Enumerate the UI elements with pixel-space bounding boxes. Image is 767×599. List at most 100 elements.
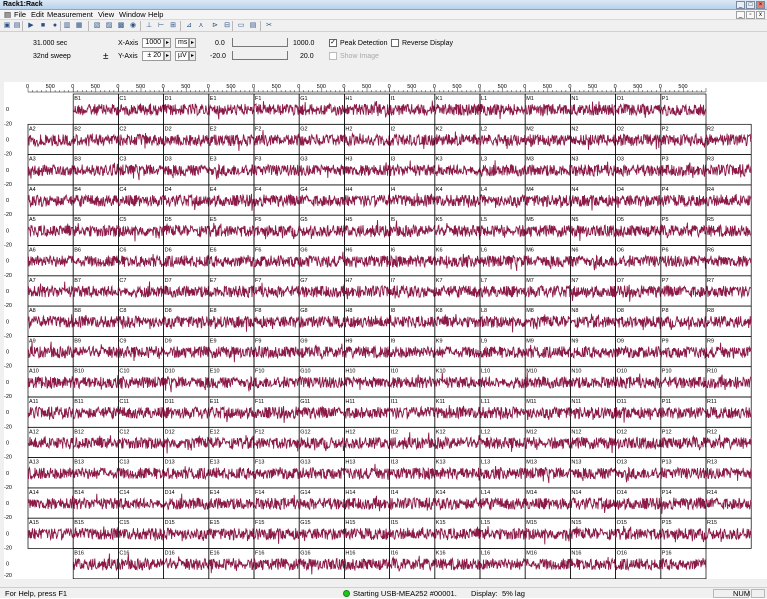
menu-measurement[interactable]: Measurement	[45, 10, 95, 20]
electrode-label-N9: N9	[571, 338, 578, 344]
x-tick-label-500: 500	[678, 84, 687, 90]
electrode-label-C8: C8	[119, 308, 126, 314]
child-close-icon[interactable]: x	[756, 11, 765, 19]
trace-C9	[117, 346, 165, 362]
trace-P9	[660, 346, 707, 359]
electrode-label-G9: G9	[300, 338, 307, 344]
electrode-label-C10: C10	[119, 369, 129, 375]
peak-detection-checkbox[interactable]: ✓	[329, 39, 337, 47]
split-icon[interactable]: ▭	[236, 21, 246, 31]
spike-icon[interactable]: ⋏	[196, 21, 206, 31]
electrode-label-G10: G10	[300, 369, 310, 375]
maximize-icon[interactable]: □	[746, 1, 755, 9]
electrode-label-F6: F6	[255, 248, 261, 254]
trace-B3	[72, 162, 119, 177]
electrode-label-E2: E2	[210, 126, 217, 132]
minimize-icon[interactable]: _	[736, 1, 745, 9]
child-restore-icon[interactable]: ▫	[746, 11, 755, 19]
electrode-label-O7: O7	[617, 278, 624, 284]
electrode-label-F4: F4	[255, 187, 261, 193]
x-axis-unit[interactable]: ms	[175, 38, 189, 48]
electrode-label-M10: M10	[526, 369, 537, 375]
trace-F11	[253, 405, 300, 423]
trigger-icon[interactable]: ⊥	[144, 21, 154, 31]
electrode-label-O15: O15	[617, 520, 627, 526]
electrode-label-B7: B7	[74, 278, 81, 284]
x-tick-label-500: 500	[407, 84, 416, 90]
electrode-grid[interactable]: 0 500 0 500 0 500 0 500 0 500 0 500 0 500 0 500 0 500 0 500…	[4, 82, 767, 579]
electrode-label-E13: E13	[210, 460, 220, 466]
electrode-label-B1: B1	[74, 96, 81, 102]
open-icon[interactable]: ▣	[2, 21, 12, 31]
menu-window[interactable]: Window	[117, 10, 148, 20]
scissors-icon[interactable]: ✂	[264, 21, 274, 31]
electrode-rack-display[interactable]: 0 500 0 500 0 500 0 500 0 500 0 500 0 500 0 500 0 500 0 500…	[4, 82, 767, 579]
trace-A13	[27, 466, 74, 480]
y-axis-dropdown-icon[interactable]: ▸	[164, 51, 171, 61]
x-range-slider[interactable]	[232, 38, 288, 47]
stop-icon[interactable]: ■	[38, 21, 48, 31]
y-axis-unit[interactable]: µV	[175, 51, 189, 61]
electrode-label-R6: R6	[707, 248, 714, 254]
trace-B5	[72, 223, 119, 237]
menu-bar: ▤ File Edit Measurement View Window Help…	[0, 10, 767, 20]
rack-icon[interactable]: ⊞	[168, 21, 178, 31]
trace-A6	[27, 254, 74, 267]
y-axis-scale-icon[interactable]: ±	[103, 52, 109, 62]
electrode-label-H1: H1	[345, 96, 352, 102]
y-unit-dropdown-icon[interactable]: ▸	[189, 51, 196, 61]
trace-D3	[163, 164, 210, 179]
menu-view[interactable]: View	[96, 10, 116, 20]
menu-edit[interactable]: Edit	[29, 10, 46, 20]
electrode-label-K16: K16	[436, 551, 446, 557]
speaker-icon[interactable]: ◉	[128, 21, 138, 31]
marker-icon[interactable]: ⊳	[210, 21, 220, 31]
peak-icon[interactable]: ⊿	[184, 21, 194, 31]
child-minimize-icon[interactable]: _	[736, 11, 745, 19]
y-tick-label-neg20: -20	[4, 546, 12, 552]
layout-c-icon[interactable]: ▩	[116, 21, 126, 31]
electrode-label-L11: L11	[481, 399, 490, 405]
layout-b-icon[interactable]: ▨	[104, 21, 114, 31]
display-label: Display:	[471, 589, 498, 598]
menu-help[interactable]: Help	[146, 10, 165, 20]
electrode-label-G16: G16	[300, 551, 310, 557]
trace-M3	[524, 164, 571, 177]
filter-icon[interactable]: ⊢	[156, 21, 166, 31]
control-panel: 31.000 sec 32nd sweep X-Axis 1000 ▸ ms ▸…	[0, 32, 767, 82]
y-axis-value[interactable]: ± 20	[142, 51, 164, 61]
grid-icon[interactable]: ▥	[62, 21, 72, 31]
x-unit-dropdown-icon[interactable]: ▸	[189, 38, 196, 48]
electrode-label-P14: P14	[662, 490, 672, 496]
trace-O10	[615, 373, 662, 390]
document-icon[interactable]: ▤	[2, 10, 12, 20]
export-icon[interactable]: ⊟	[222, 21, 232, 31]
save-icon[interactable]: ▤	[12, 21, 22, 31]
electrode-label-B10: B10	[74, 369, 84, 375]
electrode-label-D10: D10	[165, 369, 175, 375]
menu-file[interactable]: File	[12, 10, 28, 20]
electrode-label-L7: L7	[481, 278, 487, 284]
play-icon[interactable]: ▶	[26, 21, 36, 31]
trace-E4	[208, 193, 255, 211]
settings-icon[interactable]: ▤	[248, 21, 258, 31]
x-axis-dropdown-icon[interactable]: ▸	[164, 38, 171, 48]
layout-icon[interactable]: ▧	[92, 21, 102, 31]
electrode-label-B2: B2	[74, 126, 81, 132]
trace-I7	[389, 284, 436, 299]
electrode-label-E15: E15	[210, 520, 220, 526]
trace-R10	[705, 374, 752, 391]
show-image-checkbox[interactable]	[329, 52, 337, 60]
trace-H16	[343, 558, 391, 572]
close-icon[interactable]: ×	[756, 1, 765, 9]
trace-H15	[343, 527, 391, 541]
window-icon[interactable]: ▦	[74, 21, 84, 31]
record-icon[interactable]: ●	[50, 21, 60, 31]
x-axis-value[interactable]: 1000	[142, 38, 164, 48]
x-tick-label-500: 500	[362, 84, 371, 90]
trace-M1	[524, 103, 571, 117]
y-range-slider[interactable]	[232, 51, 288, 60]
electrode-label-N4: N4	[571, 187, 578, 193]
reverse-display-checkbox[interactable]	[391, 39, 399, 47]
y-tick-label-0: 0	[6, 137, 9, 143]
